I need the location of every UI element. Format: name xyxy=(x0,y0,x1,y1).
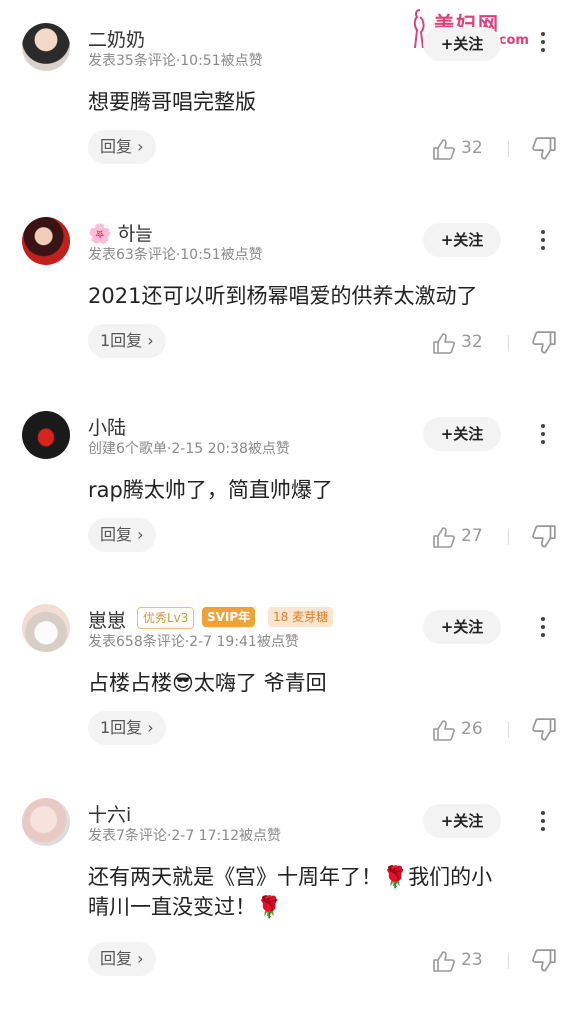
more-options-icon[interactable] xyxy=(532,223,554,257)
avatar[interactable] xyxy=(22,411,70,459)
rose-emoji: 🌹 xyxy=(256,895,283,919)
follow-button[interactable]: +关注 xyxy=(423,223,501,257)
divider xyxy=(508,141,509,157)
like-count: 27 xyxy=(461,526,483,546)
comment-text-part: 我们的小 xyxy=(408,865,493,889)
svip-badge: SVIP年 xyxy=(202,607,256,627)
comment-text: 还有两天就是《宫》十周年了！🌹我们的小 晴川一直没变过！🌹 xyxy=(88,862,548,922)
flower-icon: 🌸 xyxy=(88,223,112,245)
avatar[interactable] xyxy=(22,604,70,652)
cool-face-emoji: 😎 xyxy=(172,671,194,695)
username[interactable]: 二奶奶 xyxy=(88,25,145,52)
user-meta: 发表35条评论·10:51被点赞 xyxy=(88,53,263,69)
follow-button[interactable]: +关注 xyxy=(423,804,501,838)
rose-emoji: 🌹 xyxy=(382,865,409,889)
comment-text-part: 晴川一直没变过！ xyxy=(88,895,256,919)
comment-text: 2021还可以听到杨幂唱爱的供养太激动了 xyxy=(88,284,478,308)
more-options-icon[interactable] xyxy=(532,804,554,838)
thumbs-up-icon xyxy=(433,951,455,972)
username[interactable]: 小陆 xyxy=(88,413,126,440)
follow-button[interactable]: +关注 xyxy=(423,27,501,61)
level-badge: 优秀Lv3 xyxy=(137,607,195,629)
divider xyxy=(508,953,509,969)
like-count: 32 xyxy=(461,332,483,352)
like-button[interactable]: 27 xyxy=(432,522,492,552)
reply-button[interactable]: 回复 › xyxy=(88,942,156,976)
avatar[interactable] xyxy=(22,217,70,265)
divider xyxy=(508,335,509,351)
like-count: 32 xyxy=(461,138,483,158)
thumbs-down-icon[interactable] xyxy=(531,524,557,550)
username-text: 하늘 xyxy=(117,223,153,245)
comment-text-part: 太嗨了 爷青回 xyxy=(193,671,327,695)
thumbs-down-icon[interactable] xyxy=(531,136,557,162)
avatar[interactable] xyxy=(22,23,70,71)
fan-badge: 18 麦芽糖 xyxy=(268,607,334,627)
comment-text: rap腾太帅了，简直帅爆了 xyxy=(88,478,333,502)
user-meta: 发表63条评论·10:51被点赞 xyxy=(88,247,263,263)
more-options-icon[interactable] xyxy=(532,417,554,451)
follow-button[interactable]: +关注 xyxy=(423,610,501,644)
comment-line: 晴川一直没变过！🌹 xyxy=(88,892,548,922)
comment-text-part: 占楼占楼 xyxy=(88,671,172,695)
reply-button[interactable]: 1回复 › xyxy=(88,711,166,745)
thumbs-up-icon xyxy=(433,720,455,741)
thumbs-down-icon[interactable] xyxy=(531,717,557,743)
avatar[interactable] xyxy=(22,798,70,846)
thumbs-up-icon xyxy=(433,139,455,160)
thumbs-up-icon xyxy=(433,527,455,548)
divider xyxy=(508,722,509,738)
user-meta: 发表658条评论·2-7 19:41被点赞 xyxy=(88,634,299,650)
thumbs-up-icon xyxy=(433,333,455,354)
reply-button[interactable]: 回复 › xyxy=(88,518,156,552)
more-options-icon[interactable] xyxy=(532,25,554,59)
comment-text-part: 还有两天就是《宫》十周年了！ xyxy=(88,865,382,889)
reply-button[interactable]: 回复 › xyxy=(88,130,156,164)
like-button[interactable]: 26 xyxy=(432,715,492,745)
thumbs-down-icon[interactable] xyxy=(531,948,557,974)
comment-text: 想要腾哥唱完整版 xyxy=(88,90,256,114)
follow-button[interactable]: +关注 xyxy=(423,417,501,451)
more-options-icon[interactable] xyxy=(532,610,554,644)
reply-button[interactable]: 1回复 › xyxy=(88,324,166,358)
username[interactable]: 十六i xyxy=(88,800,131,827)
comment-line: 还有两天就是《宫》十周年了！🌹我们的小 xyxy=(88,862,548,892)
thumbs-down-icon[interactable] xyxy=(531,330,557,356)
divider xyxy=(508,529,509,545)
username[interactable]: 崽崽 xyxy=(88,606,126,633)
user-meta: 创建6个歌单·2-15 20:38被点赞 xyxy=(88,441,290,457)
like-button[interactable]: 32 xyxy=(432,134,492,164)
like-button[interactable]: 32 xyxy=(432,328,492,358)
like-count: 23 xyxy=(461,950,483,970)
like-count: 26 xyxy=(461,719,483,739)
like-button[interactable]: 23 xyxy=(432,946,492,976)
username[interactable]: 🌸 하늘 xyxy=(88,219,153,246)
comment-text: 占楼占楼😎太嗨了 爷青回 xyxy=(88,668,327,698)
user-meta: 发表7条评论·2-7 17:12被点赞 xyxy=(88,828,282,844)
